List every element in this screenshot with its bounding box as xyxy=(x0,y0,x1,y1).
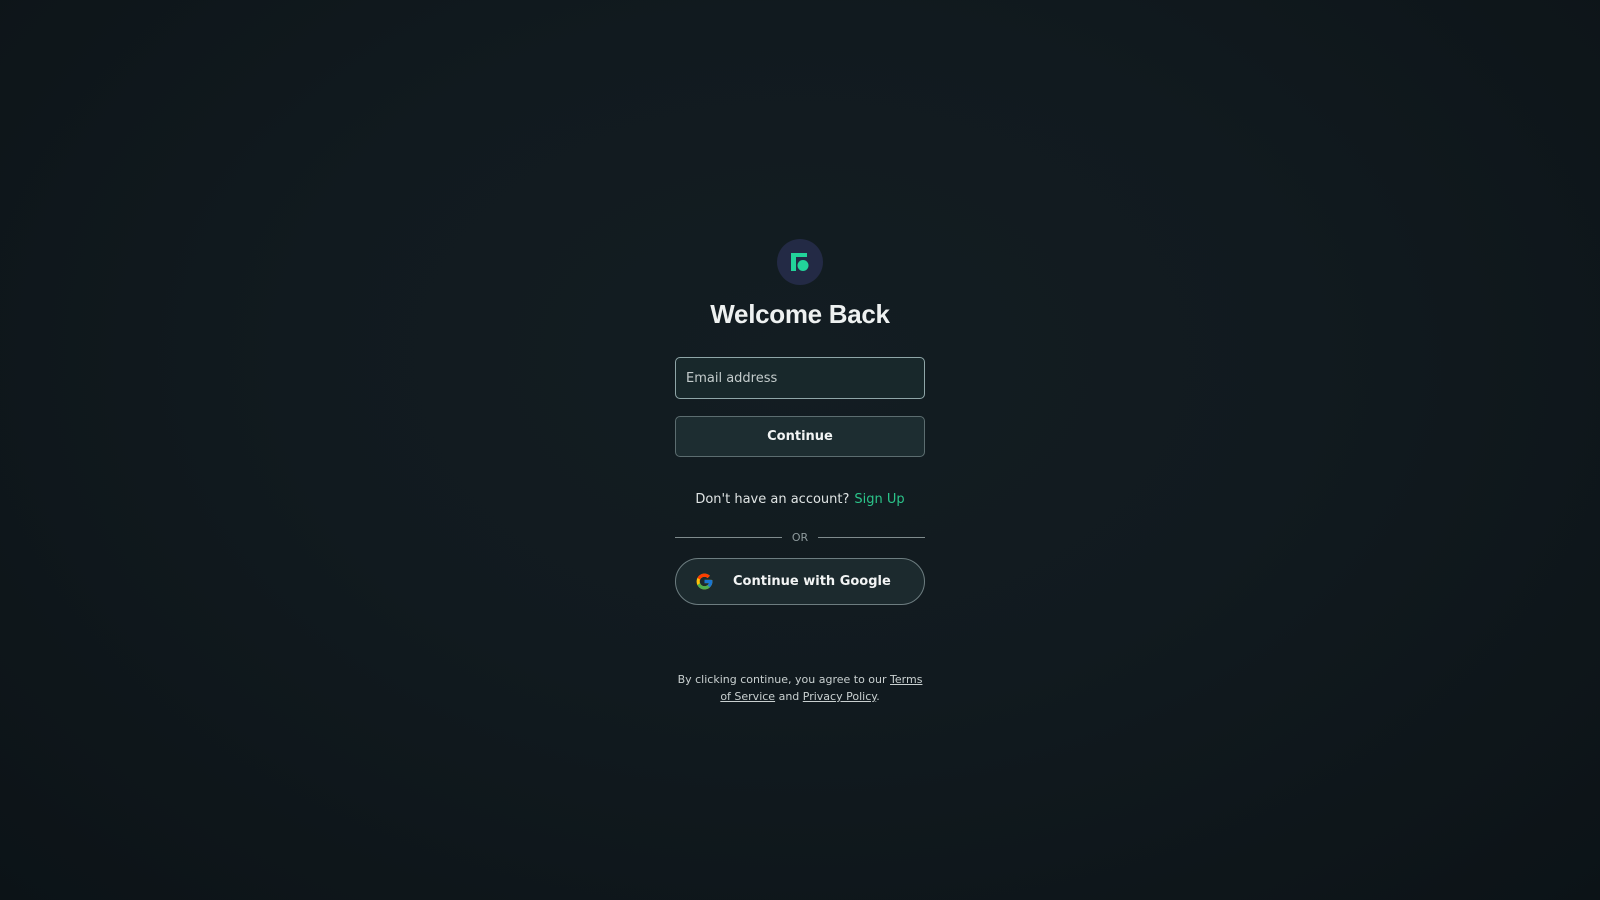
google-button-label: Continue with Google xyxy=(733,574,891,589)
continue-button[interactable]: Continue xyxy=(675,416,925,457)
legal-prefix: By clicking continue, you agree to our xyxy=(677,673,887,686)
sign-up-link[interactable]: Sign Up xyxy=(854,491,904,509)
privacy-policy-link[interactable]: Privacy Policy xyxy=(803,690,876,703)
email-input[interactable] xyxy=(675,357,925,399)
brand-logo-icon xyxy=(777,239,823,285)
login-card: Welcome Back Continue Don't have an acco… xyxy=(675,239,925,705)
legal-suffix: . xyxy=(876,690,880,703)
divider-line-left xyxy=(675,536,782,538)
page-title: Welcome Back xyxy=(710,299,890,329)
continue-with-google-button[interactable]: Continue with Google xyxy=(675,558,925,605)
signup-prompt: Don't have an account? xyxy=(695,492,850,507)
or-divider: OR xyxy=(675,529,925,545)
divider-label: OR xyxy=(791,530,809,544)
legal-notice: By clicking continue, you agree to our T… xyxy=(675,671,925,705)
google-icon xyxy=(695,572,714,591)
signup-row: Don't have an account? Sign Up xyxy=(695,491,904,509)
legal-and: and xyxy=(778,690,800,703)
divider-line-right xyxy=(818,536,925,538)
